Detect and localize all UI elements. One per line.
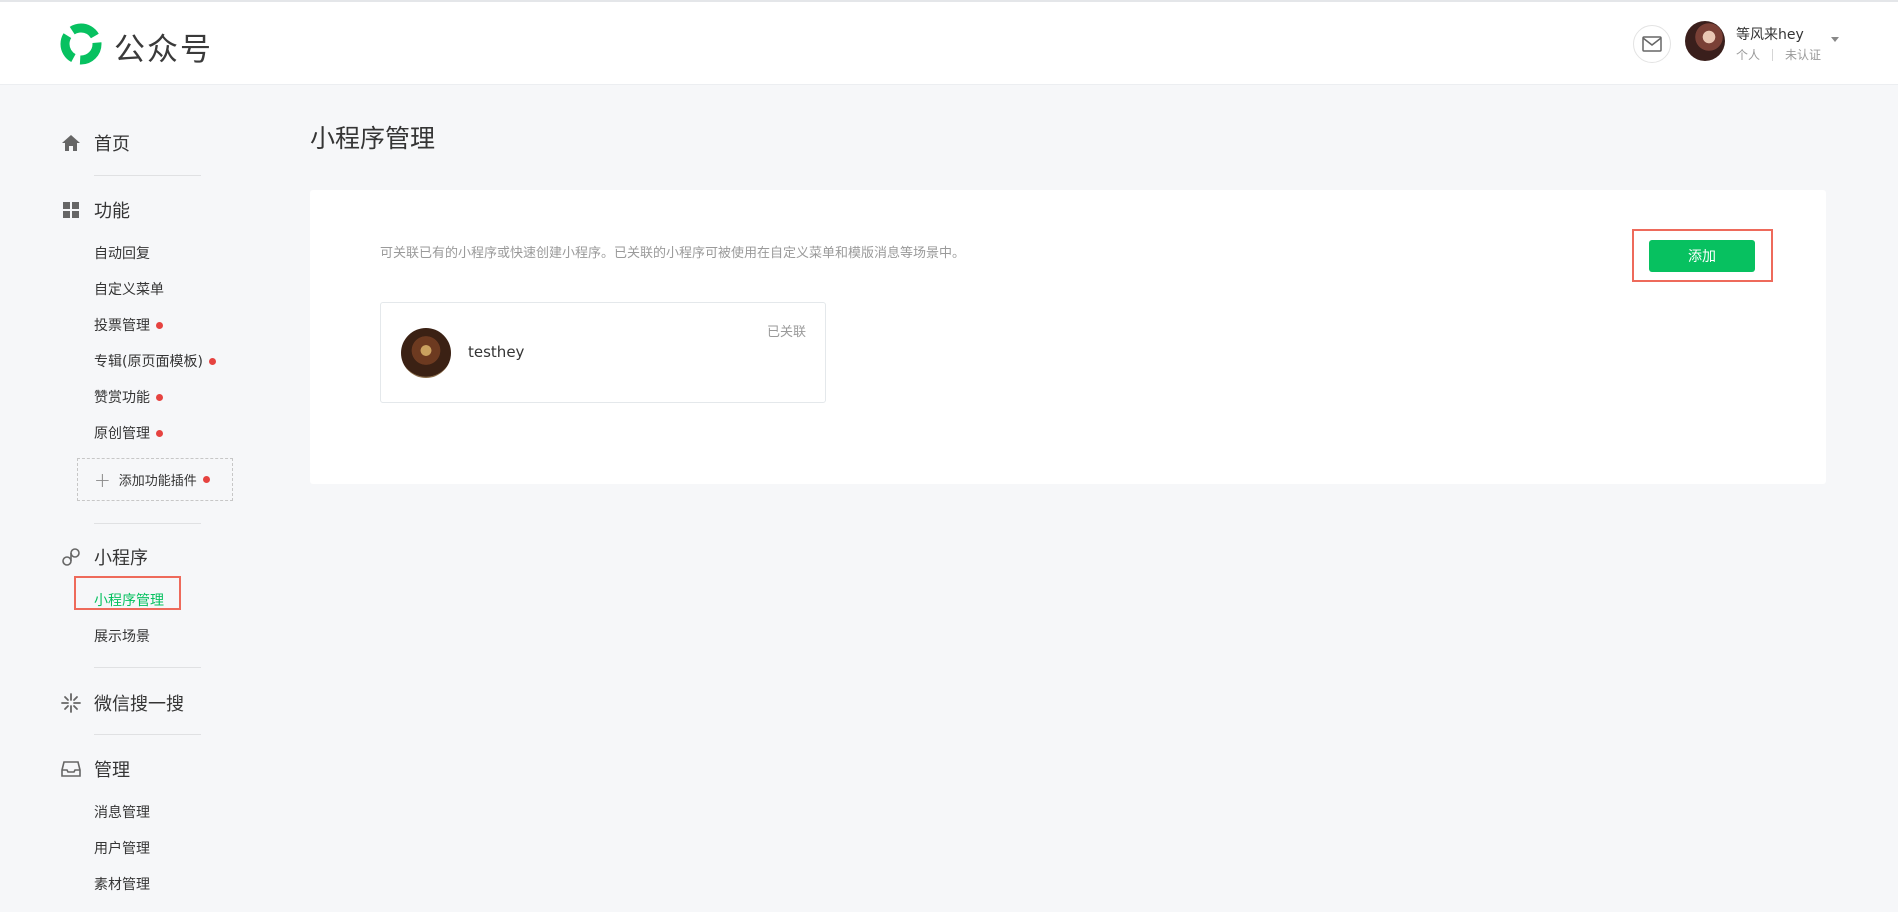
user-meta: 个人 未认证: [1736, 46, 1821, 63]
sidebar-item-manage[interactable]: 管理: [60, 756, 130, 782]
miniprogram-card[interactable]: testhey 已关联: [380, 302, 826, 403]
sidebar-item-label: 素材管理: [94, 877, 150, 893]
sidebar-item-features[interactable]: 功能: [60, 197, 130, 223]
grid-icon: [60, 199, 82, 221]
sidebar-item-label: 原创管理: [94, 426, 150, 442]
miniprogram-icon: [60, 546, 82, 568]
panel-description: 可关联已有的小程序或快速创建小程序。已关联的小程序可被使用在自定义菜单和模版消息…: [380, 246, 966, 261]
sidebar-item-label: 投票管理: [94, 318, 150, 334]
sidebar-item-label: 展示场景: [94, 629, 150, 645]
user-name[interactable]: 等风来hey: [1736, 24, 1804, 44]
sidebar-item-materials[interactable]: 素材管理: [94, 874, 150, 894]
highlight-box: [74, 576, 181, 610]
sidebar-item-appreciation[interactable]: 赞赏功能: [94, 387, 163, 407]
sidebar-item-label: 自定义菜单: [94, 282, 164, 298]
link-status: 已关联: [766, 325, 806, 340]
chevron-down-icon[interactable]: [1831, 37, 1839, 42]
sidebar-item-album[interactable]: 专辑(原页面模板): [94, 351, 216, 371]
sidebar-item-users[interactable]: 用户管理: [94, 838, 150, 858]
home-icon: [60, 132, 82, 154]
sidebar-item-custom-menu[interactable]: 自定义菜单: [94, 279, 164, 299]
sidebar-item-vote[interactable]: 投票管理: [94, 315, 163, 335]
sidebar-item-auto-reply[interactable]: 自动回复: [94, 243, 150, 263]
sidebar-divider: [94, 175, 201, 176]
sidebar-features-label: 功能: [94, 201, 130, 222]
account-type: 个人: [1736, 48, 1761, 62]
new-badge: [156, 321, 163, 329]
sidebar-miniprogram-label: 小程序: [94, 548, 148, 569]
brand-title[interactable]: 公众号: [114, 24, 213, 69]
sidebar-home-label: 首页: [94, 134, 130, 155]
sidebar-item-label: 自动回复: [94, 246, 150, 262]
inbox-icon: [60, 758, 82, 780]
sidebar-item-search[interactable]: 微信搜一搜: [60, 690, 184, 716]
sidebar-divider: [94, 523, 201, 524]
top-header: 公众号 等风来hey 个人 未认证: [0, 2, 1898, 85]
miniprogram-avatar: [401, 328, 451, 378]
page-title: 小程序管理: [310, 124, 436, 153]
sidebar-item-messages[interactable]: 消息管理: [94, 802, 150, 822]
sidebar-item-miniprogram[interactable]: 小程序: [60, 544, 148, 570]
highlight-box: [1632, 229, 1773, 282]
meta-separator: [1772, 48, 1774, 61]
add-plugin-label: 添加功能插件: [118, 474, 197, 489]
add-plugin-button[interactable]: + 添加功能插件: [77, 458, 233, 501]
miniprogram-panel: 可关联已有的小程序或快速创建小程序。已关联的小程序可被使用在自定义菜单和模版消息…: [310, 190, 1826, 484]
new-badge: [156, 429, 163, 437]
sidebar-item-label: 消息管理: [94, 805, 150, 821]
sidebar-divider: [94, 667, 201, 668]
sidebar-divider: [94, 734, 201, 735]
new-badge: [156, 393, 163, 401]
new-badge: [208, 357, 216, 365]
sidebar-item-home[interactable]: 首页: [60, 130, 130, 156]
miniprogram-name: testhey: [468, 343, 525, 361]
search-spark-icon: [60, 692, 82, 714]
sidebar-manage-label: 管理: [94, 760, 130, 781]
plus-icon: +: [94, 467, 111, 492]
wechat-official-logo-icon[interactable]: [59, 23, 103, 65]
mail-icon: [1642, 36, 1662, 52]
sidebar-item-label: 赞赏功能: [94, 390, 150, 406]
user-avatar[interactable]: [1685, 21, 1725, 61]
sidebar-item-original[interactable]: 原创管理: [94, 423, 163, 443]
new-badge: [202, 476, 210, 483]
sidebar-item-label: 专辑(原页面模板): [94, 354, 203, 370]
verify-status: 未认证: [1785, 48, 1822, 62]
message-button[interactable]: [1633, 25, 1671, 63]
sidebar-item-label: 用户管理: [94, 841, 150, 857]
sidebar-search-label: 微信搜一搜: [94, 694, 184, 715]
sidebar-item-display-scene[interactable]: 展示场景: [94, 626, 150, 646]
